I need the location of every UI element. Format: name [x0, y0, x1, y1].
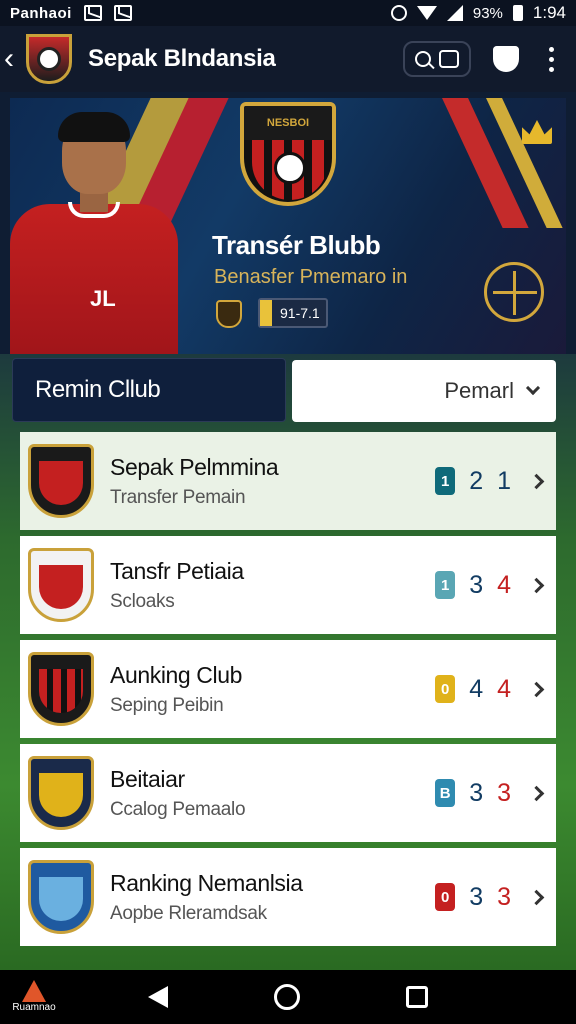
club-stats: 134 [435, 570, 545, 600]
club-name: Tansfr Petiaia [110, 557, 244, 584]
dropdown-label: Pemarl [444, 378, 514, 403]
chevron-right-icon [528, 577, 545, 593]
stat-value-2: 4 [497, 674, 511, 703]
hero-subtitle: Benasfer Pmemaro in [214, 266, 408, 288]
more-options-icon[interactable] [549, 46, 554, 72]
club-subtitle: Aopbe Rleramdsak [110, 902, 267, 924]
hero-title: Transér Blubb [212, 230, 381, 260]
app-shortcut-label: Ruamnao [12, 1002, 56, 1013]
stat-value-1: 3 [469, 570, 484, 599]
rank-badge: 1 [435, 571, 456, 599]
club-subtitle: Seping Peibin [110, 694, 224, 716]
hero-crest: NESBOI PIRHDAG [240, 102, 336, 206]
check-icon [113, 5, 132, 21]
signal-icon [446, 5, 463, 21]
hero-score-pill: 91-7.1 [258, 298, 328, 328]
chevron-right-icon [528, 889, 545, 905]
stat-value-2: 3 [497, 882, 511, 911]
stat-value-1: 3 [469, 882, 484, 911]
rank-badge: B [435, 779, 456, 807]
club-subtitle: Transfer Pemain [110, 486, 246, 508]
crown-icon [522, 120, 552, 144]
app-title: Sepak Blndansia [88, 45, 276, 72]
app-bar: ‹ Sepak Blndansia [0, 26, 576, 92]
hero-banner[interactable]: JL NESBOI PIRHDAG Transér Blubb Benasfer… [10, 98, 566, 354]
shield-icon[interactable] [493, 46, 519, 72]
club-crest-icon [28, 444, 94, 518]
mini-crest-icon [216, 300, 242, 328]
club-stats: 044 [435, 674, 545, 704]
back-icon[interactable]: ‹ [4, 44, 24, 74]
club-subtitle: Ccalog Pemaalo [110, 798, 246, 820]
filter-icon [439, 50, 459, 68]
emblem-icon [484, 262, 544, 322]
player-image: JL [10, 112, 180, 354]
search-icon [415, 51, 431, 67]
chevron-right-icon [528, 681, 545, 697]
player-filter-dropdown[interactable]: Pemarl [292, 360, 556, 422]
chevron-down-icon [525, 380, 541, 396]
battery-percent: 93% [472, 4, 503, 22]
wifi-icon [416, 6, 437, 20]
rank-badge: 0 [435, 883, 456, 911]
club-crest-icon [28, 652, 94, 726]
list-item[interactable]: Ranking Nemanlsia Aopbe Rleramdsak 0 3 3 [20, 848, 556, 946]
club-name: Aunking Club [110, 661, 243, 688]
app-shortcut[interactable]: Ruamnao [8, 980, 60, 1013]
club-stats: B33 [435, 778, 545, 808]
list-item[interactable]: Aunking Club Seping Peibin 0 4 4 [20, 640, 556, 738]
battery-icon [512, 5, 523, 21]
status-bar: Panhaoi 93% 1:94 [0, 0, 576, 26]
list-item[interactable]: Sepak Pelmmina Transfer Pemain 1 2 1 [20, 432, 556, 530]
chevron-right-icon [528, 785, 545, 801]
club-stats: 033 [435, 882, 545, 912]
nav-back-icon[interactable] [148, 986, 168, 1008]
club-subtitle: Scloaks [110, 590, 175, 612]
club-name: Ranking Nemanlsia [110, 869, 303, 896]
clock: 1:94 [532, 3, 566, 22]
nav-home-icon[interactable] [274, 984, 300, 1010]
rank-badge: 0 [435, 675, 456, 703]
stat-value-2: 3 [497, 778, 511, 807]
club-logo [26, 34, 72, 84]
list-item[interactable]: Beitaiar Ccalog Pemaalo B 3 3 [20, 744, 556, 842]
stat-value-2: 4 [497, 570, 511, 599]
stat-value-1: 4 [469, 674, 484, 703]
list-item[interactable]: Tansfr Petiaia Scloaks 1 3 4 [20, 536, 556, 634]
chevron-right-icon [528, 473, 545, 489]
club-crest-icon [28, 548, 94, 622]
club-name: Sepak Pelmmina [110, 453, 279, 480]
club-name: Beitaiar [110, 765, 185, 792]
stat-value-2: 1 [497, 466, 511, 495]
carrier-label: Panhaoi [10, 4, 72, 22]
system-nav-bar: Ruamnao [0, 970, 576, 1024]
stat-value-1: 2 [469, 466, 484, 495]
club-stats: 121 [435, 466, 545, 496]
mail-icon [83, 5, 102, 21]
sync-icon [390, 5, 407, 21]
stat-value-1: 3 [469, 778, 484, 807]
tab-club[interactable]: Remin Cllub [12, 358, 286, 422]
rank-badge: 1 [435, 467, 456, 495]
app-shortcut-icon [22, 980, 46, 1002]
club-crest-icon [28, 860, 94, 934]
club-crest-icon [28, 756, 94, 830]
search-button[interactable] [403, 41, 471, 77]
nav-recents-icon[interactable] [406, 986, 428, 1008]
